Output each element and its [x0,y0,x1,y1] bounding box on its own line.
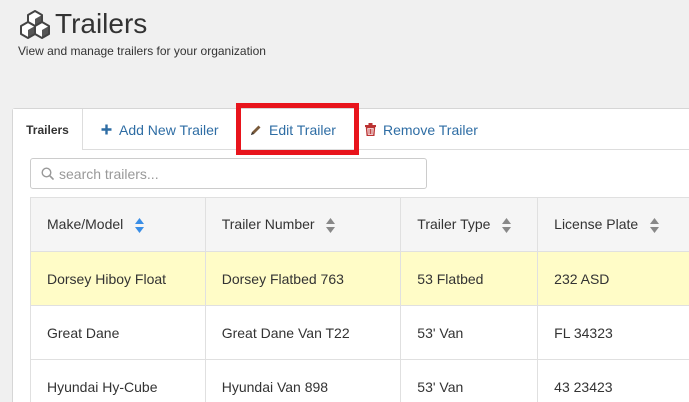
table-row[interactable]: Hyundai Hy-Cube Hyundai Van 898 53' Van … [30,359,689,402]
add-trailer-button[interactable]: Add New Trailer [101,109,219,150]
trailers-panel: Trailers Add New Trailer Edit Trailer Re… [12,103,689,402]
sort-icon-active [135,217,145,233]
cubes-logo-icon [20,10,50,39]
sort-icon [650,217,660,233]
page-title: Trailers [55,8,148,39]
sort-icon [502,217,512,233]
cell-trailer-type: 53' Van [400,305,539,360]
page-subtitle: View and manage trailers for your organi… [18,44,266,58]
search-box [30,158,427,189]
column-label: Trailer Number [221,216,315,233]
column-header-make-model[interactable]: Make/Model [30,197,206,252]
cell-trailer-number: Great Dane Van T22 [204,305,402,360]
table-header-row: Make/Model Trailer Number Trailer Type L… [30,197,689,252]
trash-icon [365,123,376,136]
sort-icon [326,217,336,233]
cell-make-model: Dorsey Hiboy Float [30,251,206,306]
search-icon [41,167,54,180]
tab-trailers[interactable]: Trailers [13,109,83,150]
edit-trailer-label: Edit Trailer [269,121,336,138]
table-row-selected[interactable]: Dorsey Hiboy Float Dorsey Flatbed 763 53… [30,251,689,306]
search-input[interactable] [59,160,419,187]
cell-license-plate: FL 34323 [537,305,689,360]
cell-trailer-type: 53' Van [400,359,539,402]
trailers-table: Make/Model Trailer Number Trailer Type L… [30,197,689,402]
toolbar: Trailers Add New Trailer Edit Trailer Re… [13,103,689,155]
cell-make-model: Great Dane [30,305,206,360]
cell-license-plate: 232 ASD [537,251,689,306]
cell-license-plate: 43 23423 [537,359,689,402]
column-header-trailer-number[interactable]: Trailer Number [204,197,402,252]
page-header: Trailers View and manage trailers for yo… [0,0,689,68]
pencil-icon [251,125,261,135]
column-label: Make/Model [47,216,124,233]
column-label: License Plate [554,216,639,233]
edit-trailer-button[interactable]: Edit Trailer [250,109,336,150]
column-header-trailer-type[interactable]: Trailer Type [400,197,539,252]
plus-icon [101,124,112,135]
cell-make-model: Hyundai Hy-Cube [30,359,206,402]
remove-trailer-button[interactable]: Remove Trailer [365,109,478,150]
remove-trailer-label: Remove Trailer [383,121,478,138]
cell-trailer-number: Hyundai Van 898 [204,359,402,402]
cell-trailer-type: 53 Flatbed [400,251,539,306]
cell-trailer-number: Dorsey Flatbed 763 [204,251,402,306]
column-header-license-plate[interactable]: License Plate [537,197,689,252]
add-trailer-label: Add New Trailer [119,121,219,138]
column-label: Trailer Type [417,216,491,233]
table-row[interactable]: Great Dane Great Dane Van T22 53' Van FL… [30,305,689,360]
